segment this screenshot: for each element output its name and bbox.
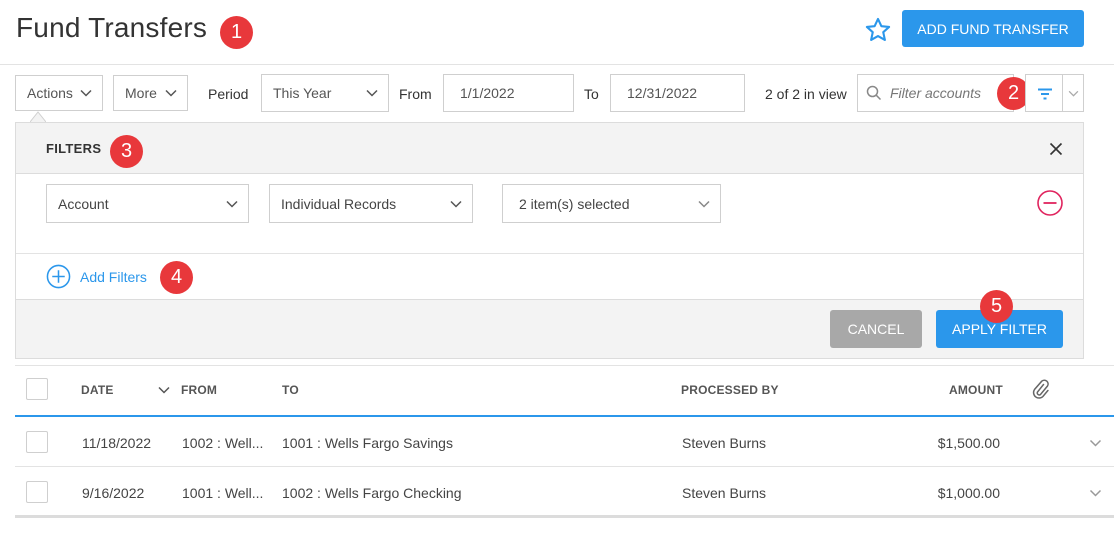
table-header-divider bbox=[15, 415, 1114, 417]
row-from: 1001 : Well... bbox=[182, 485, 264, 501]
chevron-down-icon bbox=[450, 200, 462, 208]
search-placeholder: Filter accounts bbox=[890, 85, 982, 101]
row-date: 9/16/2022 bbox=[82, 485, 145, 501]
period-value: This Year bbox=[273, 85, 332, 101]
period-label: Period bbox=[208, 86, 249, 102]
chevron-down-icon bbox=[698, 200, 710, 208]
from-label: From bbox=[399, 86, 432, 102]
row-checkbox[interactable] bbox=[26, 431, 48, 453]
table-bottom-border bbox=[15, 515, 1114, 518]
select-all-checkbox[interactable] bbox=[26, 378, 48, 400]
period-select[interactable]: This Year bbox=[261, 74, 389, 112]
row-amount: $1,000.00 bbox=[937, 485, 1000, 501]
table-top-border bbox=[15, 365, 1114, 366]
close-icon[interactable] bbox=[1049, 142, 1063, 156]
row-to: 1002 : Wells Fargo Checking bbox=[282, 485, 462, 501]
column-header-date[interactable]: DATE bbox=[81, 383, 114, 397]
actions-label: Actions bbox=[27, 85, 73, 101]
chevron-down-icon bbox=[80, 89, 92, 97]
cancel-button[interactable]: CANCEL bbox=[830, 310, 922, 348]
expand-row-chevron-icon[interactable] bbox=[1089, 439, 1102, 447]
row-amount: $1,500.00 bbox=[937, 435, 1000, 451]
row-checkbox[interactable] bbox=[26, 481, 48, 503]
more-label: More bbox=[125, 85, 157, 101]
column-header-amount[interactable]: AMOUNT bbox=[949, 383, 1003, 397]
expand-row-chevron-icon[interactable] bbox=[1089, 489, 1102, 497]
to-label: To bbox=[584, 86, 599, 102]
row-date: 11/18/2022 bbox=[82, 435, 152, 451]
favorite-star-icon[interactable] bbox=[864, 16, 892, 44]
filter-items-select[interactable]: 2 item(s) selected bbox=[502, 184, 721, 223]
filter-accounts-search[interactable]: Filter accounts bbox=[857, 74, 1014, 112]
from-date-input[interactable]: 1/1/2022 bbox=[443, 74, 574, 112]
callout-badge-5: 5 bbox=[980, 290, 1013, 323]
search-icon bbox=[866, 85, 882, 101]
callout-badge-1: 1 bbox=[220, 16, 253, 49]
filter-mode-value: Individual Records bbox=[281, 195, 397, 212]
chevron-down-icon bbox=[226, 200, 238, 208]
callout-badge-4: 4 bbox=[160, 261, 193, 294]
paperclip-icon bbox=[1032, 379, 1049, 399]
filters-title: FILTERS bbox=[46, 141, 102, 156]
chevron-down-icon bbox=[1068, 90, 1079, 97]
remove-filter-icon[interactable] bbox=[1036, 189, 1064, 217]
actions-dropdown[interactable]: Actions bbox=[15, 75, 103, 111]
filter-options-dropdown[interactable] bbox=[1062, 74, 1084, 112]
row-divider bbox=[15, 466, 1114, 467]
panel-row-divider bbox=[16, 253, 1083, 254]
add-circle-icon bbox=[46, 264, 71, 289]
filter-icon bbox=[1038, 88, 1052, 100]
filter-items-value: 2 item(s) selected bbox=[519, 195, 630, 212]
row-from: 1002 : Well... bbox=[182, 435, 264, 451]
page-title: Fund Transfers bbox=[16, 12, 208, 43]
column-header-processed-by[interactable]: PROCESSED BY bbox=[681, 383, 779, 397]
more-dropdown[interactable]: More bbox=[113, 75, 188, 111]
filter-toggle-button[interactable] bbox=[1025, 74, 1063, 112]
panel-footer-divider bbox=[16, 299, 1083, 300]
chevron-down-icon bbox=[366, 89, 378, 97]
callout-badge-3: 3 bbox=[110, 135, 143, 168]
sort-chevron-down-icon[interactable] bbox=[158, 386, 170, 394]
column-header-to[interactable]: TO bbox=[282, 383, 299, 397]
row-processed-by: Steven Burns bbox=[682, 485, 767, 501]
row-to: 1001 : Wells Fargo Savings bbox=[282, 435, 453, 451]
to-date-input[interactable]: 12/31/2022 bbox=[610, 74, 745, 112]
view-count: 2 of 2 in view bbox=[765, 86, 847, 102]
chevron-down-icon bbox=[165, 89, 177, 97]
add-filters-link[interactable]: Add Filters bbox=[46, 264, 147, 289]
filter-mode-select[interactable]: Individual Records bbox=[269, 184, 473, 223]
add-filters-label: Add Filters bbox=[80, 268, 147, 285]
column-header-from[interactable]: FROM bbox=[181, 383, 217, 397]
filter-field-value: Account bbox=[58, 195, 109, 212]
filter-field-select[interactable]: Account bbox=[46, 184, 249, 223]
row-processed-by: Steven Burns bbox=[682, 435, 767, 451]
header-divider bbox=[0, 64, 1114, 65]
add-fund-transfer-button[interactable]: ADD FUND TRANSFER bbox=[902, 10, 1084, 47]
